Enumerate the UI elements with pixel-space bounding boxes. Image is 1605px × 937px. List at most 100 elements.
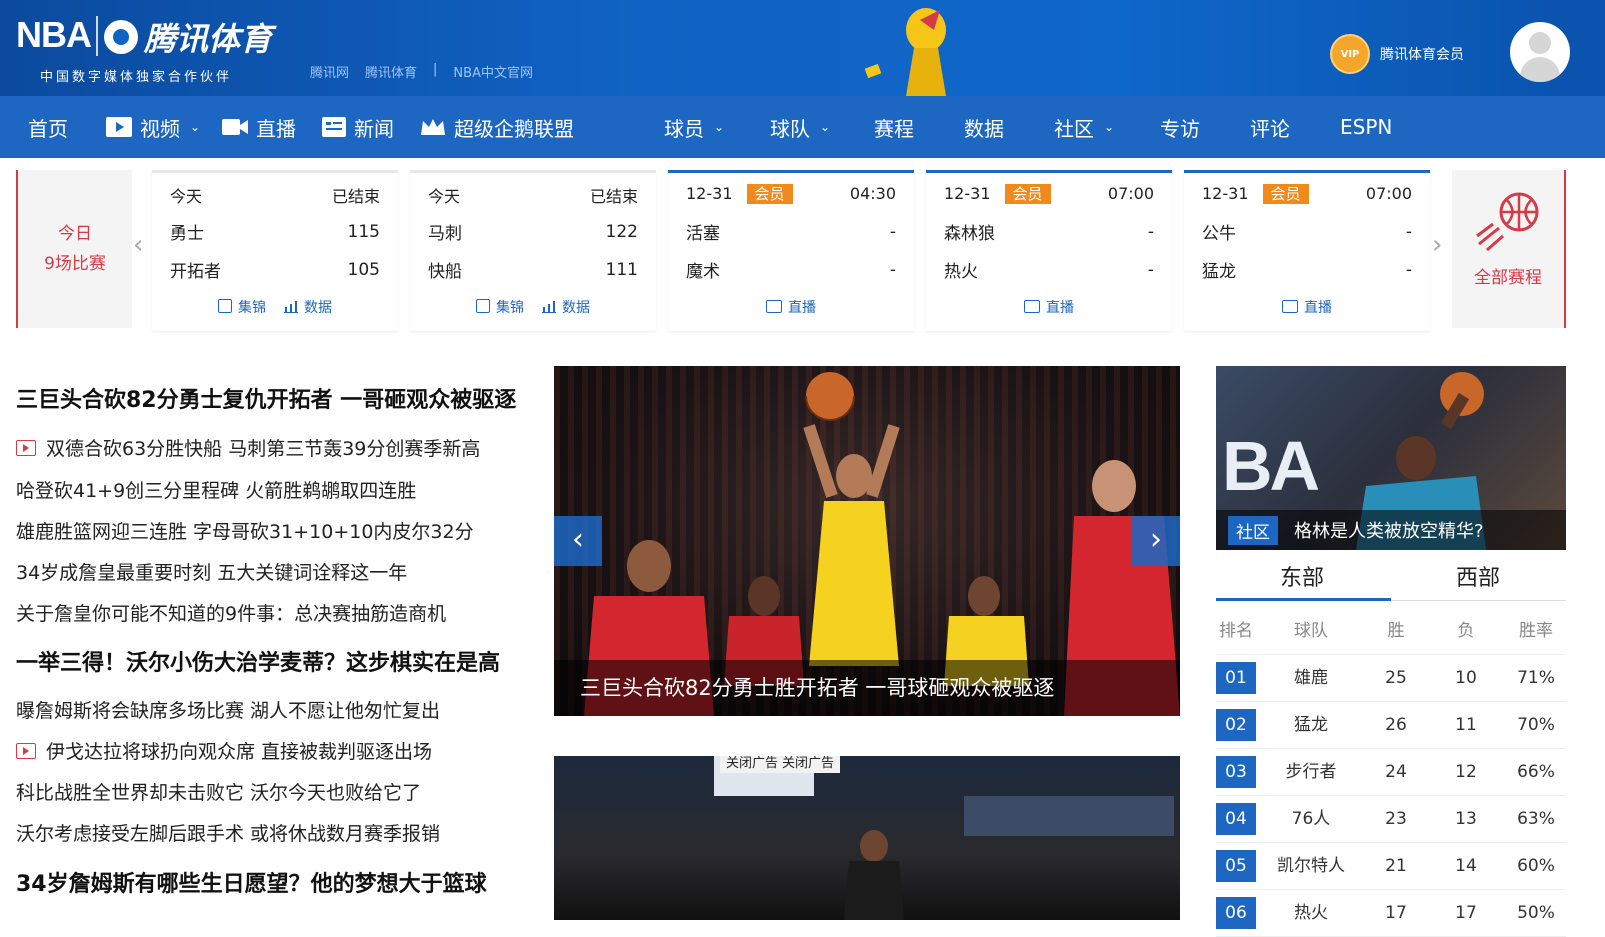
nav-schedule[interactable]: 赛程 bbox=[874, 96, 914, 158]
vip-membership[interactable]: VIP 腾讯体育会员 bbox=[1330, 34, 1464, 74]
community-caption[interactable]: 格林是人类被放空精华? bbox=[1294, 517, 1484, 543]
nav-news[interactable]: 新闻 bbox=[322, 96, 394, 158]
news-item[interactable]: 哈登砍41+9创三分里程碑 火箭胜鹈鹕取四连胜 bbox=[16, 476, 416, 503]
game-card[interactable]: 12-31 会员 07:00 森林狼 - 热火 - 直播 bbox=[926, 170, 1172, 331]
today-games-box[interactable]: 今日 9场比赛 bbox=[16, 170, 132, 328]
col-pct: 胜率 bbox=[1519, 621, 1553, 641]
standings-row[interactable]: 01 雄鹿 25 10 71% bbox=[1216, 655, 1566, 702]
team-name: 公牛 bbox=[1202, 224, 1236, 244]
carousel-next-button[interactable]: › bbox=[1132, 516, 1180, 566]
hero-carousel[interactable]: ‹ › 三巨头合砍82分勇士胜开拓者 一哥球砸观众被驱逐 bbox=[554, 366, 1180, 716]
news-item[interactable]: 曝詹姆斯将会缺席多场比赛 湖人不愿让他匆忙复出 bbox=[16, 696, 440, 723]
nav-label: 赛程 bbox=[874, 116, 914, 141]
stats-link[interactable]: 数据 bbox=[542, 297, 590, 317]
highlights-link[interactable]: 集锦 bbox=[218, 297, 266, 317]
news-item[interactable]: 34岁成詹皇最重要时刻 五大关键词诠释这一年 bbox=[16, 558, 407, 585]
close-ad-button[interactable]: 关闭广告 bbox=[726, 756, 778, 771]
link-qq-sports[interactable]: 腾讯体育 bbox=[365, 62, 417, 81]
chevron-down-icon: ⌄ bbox=[714, 120, 725, 134]
nba-logo[interactable]: NBA bbox=[16, 14, 92, 56]
team-name: 76人 bbox=[1291, 809, 1331, 829]
standings-header: 排名 球队 胜 负 胜率 bbox=[1216, 608, 1566, 655]
team-name: 马刺 bbox=[428, 224, 462, 244]
secondary-photo bbox=[714, 756, 1174, 920]
standings-row[interactable]: 04 76人 23 13 63% bbox=[1216, 796, 1566, 843]
col-wins: 胜 bbox=[1387, 621, 1405, 641]
live-link[interactable]: 直播 bbox=[1282, 297, 1332, 317]
team-score: - bbox=[1147, 221, 1154, 242]
game-card[interactable]: 12-31 会员 07:00 公牛 - 猛龙 - 直播 bbox=[1184, 170, 1430, 331]
standings-row[interactable]: 06 热火 17 17 50% bbox=[1216, 890, 1566, 937]
news-item[interactable]: 双德合砍63分胜快船 马刺第三节轰39分创赛季新高 bbox=[16, 434, 480, 461]
headline-tertiary[interactable]: 34岁詹姆斯有哪些生日愿望？他的梦想大于篮球 bbox=[16, 866, 487, 898]
camera-icon bbox=[766, 300, 782, 313]
carousel-prev-button[interactable]: ‹ bbox=[554, 516, 602, 566]
news-item[interactable]: 科比战胜全世界却未击败它 沃尔今天也败给它了 bbox=[16, 778, 421, 805]
rank-badge: 01 bbox=[1216, 662, 1256, 694]
team-score: - bbox=[889, 259, 896, 280]
highlights-link[interactable]: 集锦 bbox=[476, 297, 524, 317]
link-nba-china[interactable]: NBA中文官网 bbox=[453, 62, 533, 81]
team-name: 雄鹿 bbox=[1294, 668, 1328, 688]
headline-secondary[interactable]: 一举三得！沃尔小伤大治学麦蒂？这步棋实在是高 bbox=[16, 645, 500, 677]
nav-interviews[interactable]: 专访 bbox=[1160, 96, 1200, 158]
nav-community[interactable]: 社区 ⌄ bbox=[1054, 96, 1114, 158]
losses: 14 bbox=[1455, 856, 1477, 876]
nav-live[interactable]: 直播 bbox=[222, 96, 296, 158]
team-score: 105 bbox=[347, 259, 380, 280]
bar-chart-icon bbox=[542, 301, 556, 313]
team-name: 勇士 bbox=[170, 224, 204, 244]
nav-stats[interactable]: 数据 bbox=[964, 96, 1004, 158]
news-item[interactable]: 雄鹿胜篮网迎三连胜 字母哥砍31+10+10内皮尔32分 bbox=[16, 517, 474, 544]
secondary-feature[interactable]: 关闭广告 关闭广告 bbox=[554, 756, 1180, 920]
play-icon bbox=[218, 299, 232, 313]
standings-row[interactable]: 02 猛龙 26 11 70% bbox=[1216, 702, 1566, 749]
nav-home[interactable]: 首页 bbox=[28, 96, 68, 158]
headline-main[interactable]: 三巨头合砍82分勇士复仇开拓者 一哥砸观众被驱逐 bbox=[16, 382, 516, 414]
score-strip: 今日 9场比赛 ‹ 今天 已结束 勇士 115 开拓者 105 集锦 数据 今天 已结束… bbox=[0, 170, 1605, 331]
tab-west[interactable]: 西部 bbox=[1456, 560, 1500, 592]
standings-row[interactable]: 03 步行者 24 12 66% bbox=[1216, 749, 1566, 796]
link-label: 集锦 bbox=[238, 300, 266, 316]
close-ad-button[interactable]: 关闭广告 bbox=[782, 756, 834, 771]
team-name: 凯尔特人 bbox=[1277, 856, 1345, 876]
scores-next-arrow-icon[interactable]: › bbox=[1432, 230, 1442, 260]
community-tag[interactable]: 社区 bbox=[1228, 515, 1278, 545]
game-card[interactable]: 12-31 会员 04:30 活塞 - 魔术 - 直播 bbox=[668, 170, 914, 331]
nav-label: 直播 bbox=[256, 116, 296, 141]
stats-link[interactable]: 数据 bbox=[284, 297, 332, 317]
live-link[interactable]: 直播 bbox=[766, 297, 816, 317]
game-card[interactable]: 今天 已结束 马刺 122 快船 111 集锦 数据 bbox=[410, 170, 656, 331]
camera-icon bbox=[1024, 300, 1040, 313]
link-qq[interactable]: 腾讯网 bbox=[310, 62, 349, 81]
nav-label: ESPN bbox=[1340, 115, 1393, 139]
community-feature[interactable]: BA 社区 格林是人类被放空精华? bbox=[1216, 366, 1566, 550]
nav-players[interactable]: 球员 ⌄ bbox=[664, 96, 724, 158]
nav-espn[interactable]: ESPN bbox=[1340, 96, 1392, 158]
tencent-sports-logo[interactable]: 腾讯体育 bbox=[104, 14, 272, 60]
team-score: - bbox=[889, 221, 896, 242]
partner-subtitle: 中国数字媒体独家合作伙伴 bbox=[40, 70, 233, 85]
nav-label: 视频 bbox=[140, 116, 180, 141]
standings-row[interactable]: 05 凯尔特人 21 14 60% bbox=[1216, 843, 1566, 890]
vip-label: 腾讯体育会员 bbox=[1380, 47, 1464, 63]
hero-caption[interactable]: 三巨头合砍82分勇士胜开拓者 一哥球砸观众被驱逐 bbox=[554, 660, 1180, 716]
nav-comments[interactable]: 评论 bbox=[1250, 96, 1290, 158]
all-schedule-box[interactable]: 全部赛程 bbox=[1452, 170, 1566, 328]
live-link[interactable]: 直播 bbox=[1024, 297, 1074, 317]
user-avatar[interactable] bbox=[1510, 22, 1570, 82]
tab-east[interactable]: 东部 bbox=[1280, 560, 1324, 592]
nav-video[interactable]: 视频 ⌄ bbox=[106, 96, 200, 158]
news-item[interactable]: 沃尔考虑接受左脚后跟手术 或将休战数月赛季报销 bbox=[16, 819, 440, 846]
col-losses: 负 bbox=[1457, 621, 1475, 641]
game-card[interactable]: 今天 已结束 勇士 115 开拓者 105 集锦 数据 bbox=[152, 170, 398, 331]
team-name: 活塞 bbox=[686, 224, 720, 244]
nav-label: 球队 bbox=[770, 116, 810, 141]
win-pct: 71% bbox=[1517, 668, 1555, 688]
scores-prev-arrow-icon[interactable]: ‹ bbox=[133, 230, 143, 260]
vip-badge-icon: VIP bbox=[1330, 34, 1370, 74]
nav-teams[interactable]: 球队 ⌄ bbox=[770, 96, 830, 158]
news-item[interactable]: 关于詹皇你可能不知道的9件事：总决赛抽筋造商机 bbox=[16, 599, 446, 626]
news-item[interactable]: 伊戈达拉将球扔向观众席 直接被裁判驱逐出场 bbox=[16, 737, 432, 764]
nav-super-penguin-league[interactable]: 超级企鹅联盟 bbox=[420, 96, 574, 158]
